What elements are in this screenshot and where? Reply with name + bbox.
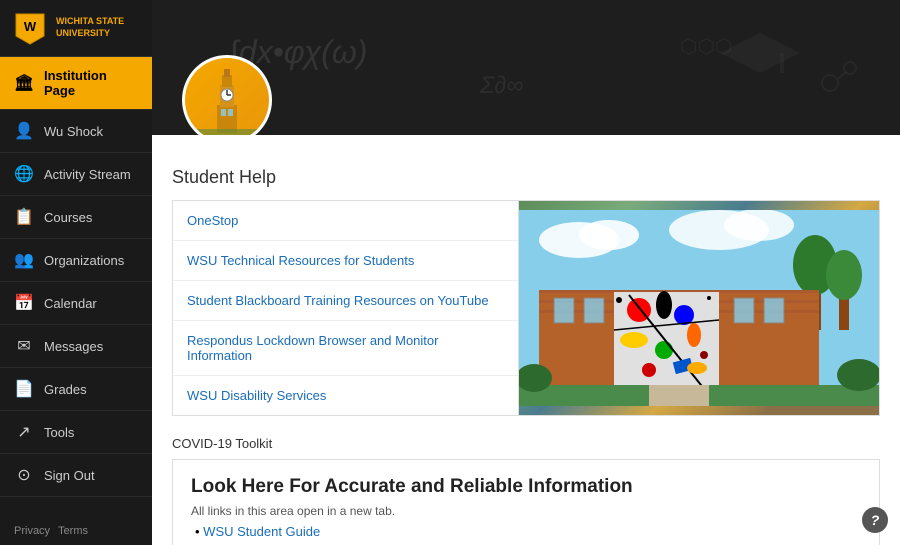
content-area: Student Help OneStop WSU Technical Resou… <box>152 149 900 545</box>
sidebar-item-activity-stream[interactable]: 🌐 Activity Stream <box>0 153 152 196</box>
help-button[interactable]: ? <box>862 507 888 533</box>
covid-box: Look Here For Accurate and Reliable Info… <box>172 459 880 545</box>
covid-subtitle: All links in this area open in a new tab… <box>191 504 861 518</box>
covid-title: COVID-19 Toolkit <box>172 436 880 451</box>
sidebar-item-sign-out[interactable]: ⊙ Sign Out <box>0 454 152 497</box>
sidebar-item-wu-shock[interactable]: 👤 Wu Shock <box>0 110 152 153</box>
campus-building-image <box>519 201 879 415</box>
main-content: ∫dx•φχ(ω) Σ∂∞ ⬡⬡⬡ <box>152 0 900 545</box>
globe-icon: 🌐 <box>14 164 34 184</box>
student-guide-link[interactable]: WSU Student Guide <box>203 524 320 539</box>
sidebar-item-institution-page[interactable]: 🏛 Institution Page <box>0 57 152 110</box>
tools-icon: ↗ <box>14 422 34 442</box>
sidebar-item-tools[interactable]: ↗ Tools <box>0 411 152 454</box>
courses-icon: 📋 <box>14 207 34 227</box>
student-help-grid: OneStop WSU Technical Resources for Stud… <box>172 200 880 416</box>
sidebar-item-messages[interactable]: ✉ Messages <box>0 325 152 368</box>
sidebar: W WICHITA STATE UNIVERSITY 🏛 Institution… <box>0 0 152 545</box>
covid-link-list: • WSU Student Guide <box>191 524 861 539</box>
tower-svg <box>192 65 262 135</box>
institution-icon: 🏛 <box>14 73 34 93</box>
sidebar-item-courses[interactable]: 📋 Courses <box>0 196 152 239</box>
sidebar-item-organizations[interactable]: 👥 Organizations <box>0 239 152 282</box>
link-respondus[interactable]: Respondus Lockdown Browser and Monitor I… <box>173 321 518 376</box>
terms-link[interactable]: Terms <box>58 525 88 537</box>
sidebar-item-grades[interactable]: 📄 Grades <box>0 368 152 411</box>
header-banner: ∫dx•φχ(ω) Σ∂∞ ⬡⬡⬡ <box>152 0 900 135</box>
profile-avatar <box>182 55 272 135</box>
student-help-links: OneStop WSU Technical Resources for Stud… <box>173 201 519 415</box>
covid-heading: Look Here For Accurate and Reliable Info… <box>191 476 861 498</box>
sidebar-logo: W WICHITA STATE UNIVERSITY <box>0 0 152 57</box>
svg-text:W: W <box>24 19 37 34</box>
calendar-icon: 📅 <box>14 293 34 313</box>
link-disability[interactable]: WSU Disability Services <box>173 376 518 415</box>
messages-icon: ✉ <box>14 336 34 356</box>
sidebar-footer: Privacy Terms <box>0 517 152 545</box>
covid-section: COVID-19 Toolkit Look Here For Accurate … <box>172 436 880 545</box>
banner-math-decoration: ∫dx•φχ(ω) Σ∂∞ ⬡⬡⬡ <box>180 3 880 133</box>
wsu-logo-icon: W <box>12 10 48 46</box>
campus-svg <box>519 210 879 406</box>
university-name: WICHITA STATE UNIVERSITY <box>56 16 124 39</box>
link-training[interactable]: Student Blackboard Training Resources on… <box>173 281 518 321</box>
student-help-title: Student Help <box>172 167 880 188</box>
sidebar-item-calendar[interactable]: 📅 Calendar <box>0 282 152 325</box>
link-wsu-tech[interactable]: WSU Technical Resources for Students <box>173 241 518 281</box>
grades-icon: 📄 <box>14 379 34 399</box>
svg-text:Σ∂∞: Σ∂∞ <box>479 72 523 99</box>
nav-menu: 🏛 Institution Page 👤 Wu Shock 🌐 Activity… <box>0 57 152 517</box>
user-icon: 👤 <box>14 121 34 141</box>
organizations-icon: 👥 <box>14 250 34 270</box>
signout-icon: ⊙ <box>14 465 34 485</box>
privacy-link[interactable]: Privacy <box>14 525 50 537</box>
link-onestop[interactable]: OneStop <box>173 201 518 241</box>
